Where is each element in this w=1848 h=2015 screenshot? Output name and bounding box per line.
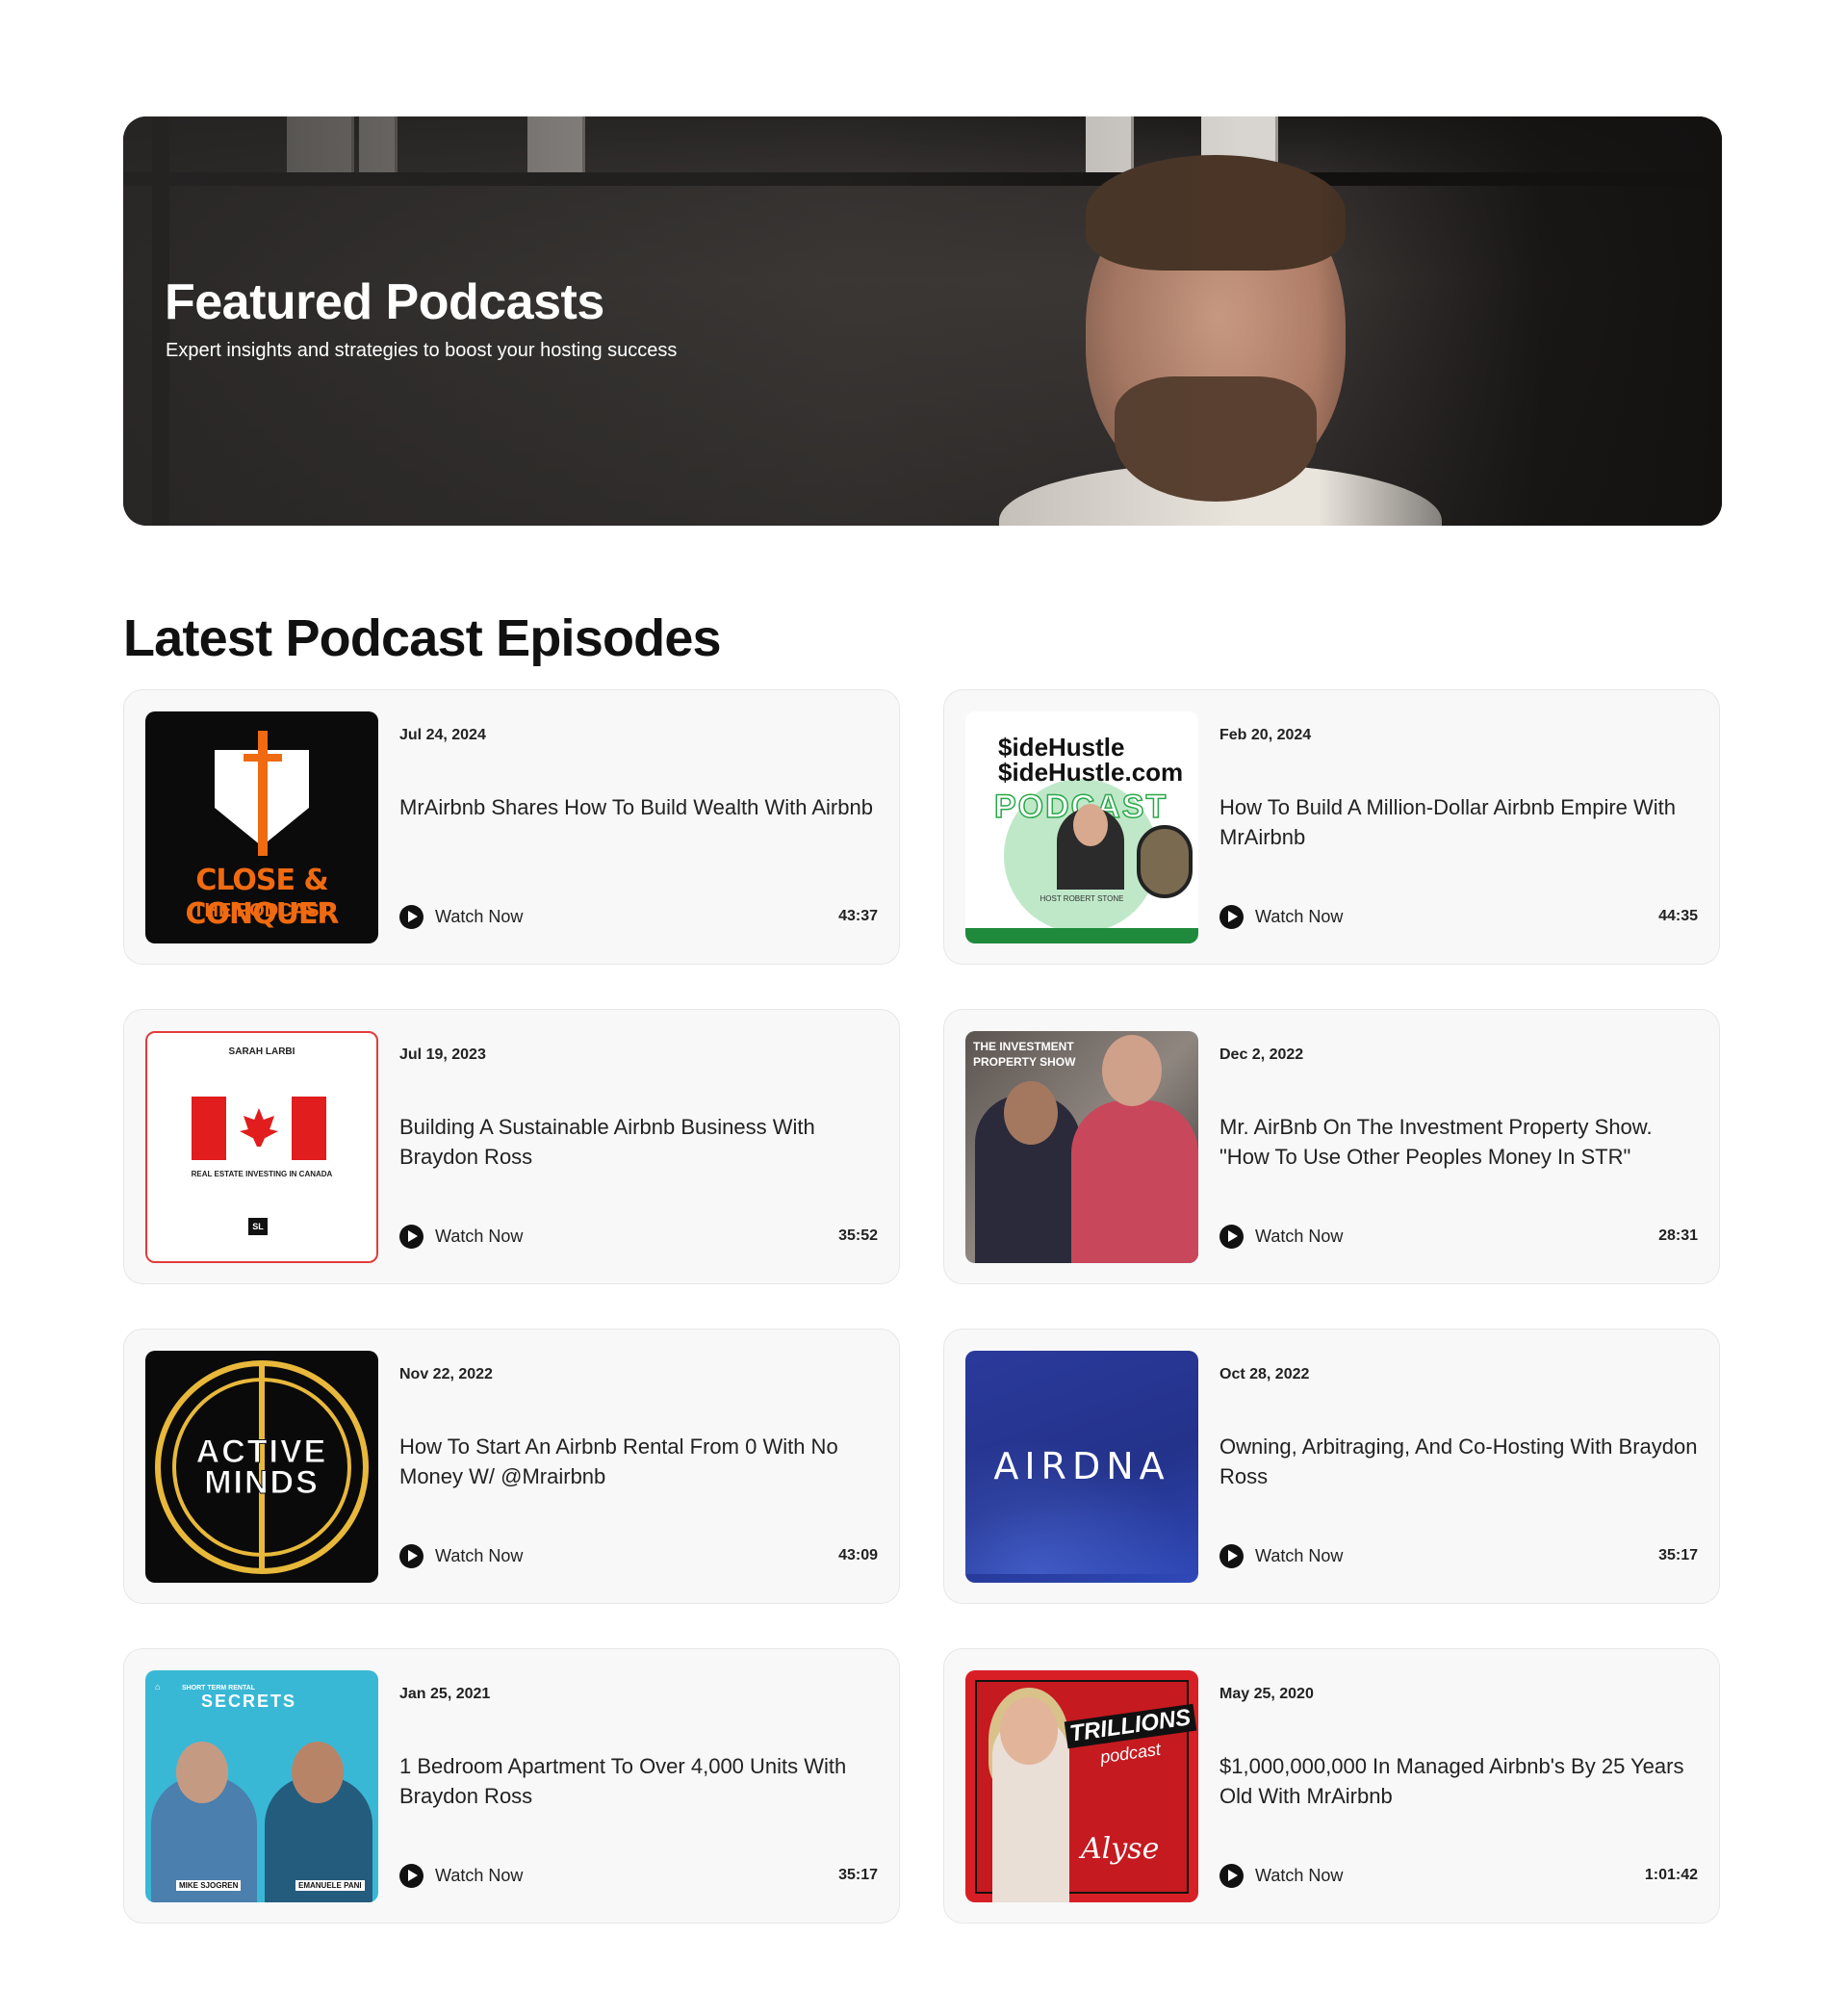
- episode-title[interactable]: How To Build A Million-Dollar Airbnb Emp…: [1219, 792, 1701, 852]
- thumbnail-text: MINDS: [204, 1464, 320, 1502]
- thumbnail-text: SARAH LARBI: [228, 1046, 295, 1057]
- episode-title[interactable]: Owning, Arbitraging, And Co-Hosting With…: [1219, 1432, 1701, 1491]
- thumbnail-badge: SL: [248, 1218, 268, 1235]
- episode-duration: 43:09: [838, 1547, 878, 1563]
- watch-now-label: Watch Now: [435, 907, 524, 926]
- watch-now-label: Watch Now: [1255, 1546, 1344, 1565]
- thumbnail-text: ⌂ SHORT TERM RENTAL: [155, 1682, 256, 1692]
- thumbnail-text: REAL ESTATE INVESTING IN CANADA: [191, 1170, 333, 1178]
- play-icon: [1219, 1864, 1244, 1888]
- episode-card[interactable]: TRILLIONS podcast Alyse May 25, 2020 $1,…: [943, 1648, 1720, 1924]
- thumbnail-text: MIKE SJOGREN: [176, 1880, 242, 1891]
- watch-now-button[interactable]: Watch Now: [1219, 1225, 1343, 1249]
- thumbnail-text: THE INVESTMENT PROPERTY SHOW: [973, 1040, 1076, 1069]
- episode-card[interactable]: AIRDNA Oct 28, 2022 Owning, Arbitraging,…: [943, 1329, 1720, 1604]
- sword-icon: [258, 731, 268, 856]
- episode-thumbnail[interactable]: ACTIVE MINDS: [145, 1351, 378, 1583]
- play-icon: [1219, 905, 1244, 929]
- episode-duration: 35:17: [838, 1867, 878, 1883]
- episode-date: Nov 22, 2022: [399, 1366, 493, 1382]
- episode-title[interactable]: $1,000,000,000 In Managed Airbnb's By 25…: [1219, 1751, 1701, 1811]
- watch-now-label: Watch Now: [1255, 907, 1344, 926]
- watch-now-button[interactable]: Watch Now: [399, 1864, 523, 1888]
- microphone-icon: [1137, 825, 1193, 898]
- watch-now-button[interactable]: Watch Now: [1219, 1864, 1343, 1888]
- thumbnail-logo: SECRETS: [201, 1692, 297, 1711]
- episode-date: Dec 2, 2022: [1219, 1046, 1304, 1063]
- watch-now-button[interactable]: Watch Now: [1219, 1544, 1343, 1568]
- episode-duration: 43:37: [838, 908, 878, 924]
- episode-title[interactable]: 1 Bedroom Apartment To Over 4,000 Units …: [399, 1751, 881, 1811]
- episode-thumbnail[interactable]: CLOSE & CONQUER THE PODCAST: [145, 711, 378, 943]
- episode-duration: 35:52: [838, 1227, 878, 1244]
- episode-thumbnail[interactable]: AIRDNA: [965, 1351, 1198, 1583]
- watch-now-label: Watch Now: [435, 1866, 524, 1885]
- play-icon: [1219, 1225, 1244, 1249]
- watch-now-label: Watch Now: [1255, 1227, 1344, 1246]
- watch-now-label: Watch Now: [435, 1227, 524, 1246]
- episode-duration: 1:01:42: [1644, 1867, 1698, 1883]
- watch-now-button[interactable]: Watch Now: [399, 1544, 523, 1568]
- thumbnail-text: EMANUELE PANI: [295, 1880, 365, 1891]
- episode-thumbnail[interactable]: ⌂ SHORT TERM RENTAL SECRETS MIKE SJOGREN…: [145, 1670, 378, 1902]
- watch-now-button[interactable]: Watch Now: [399, 905, 523, 929]
- episode-thumbnail[interactable]: SARAH LARBI REAL ESTATE INVESTING IN CAN…: [145, 1031, 378, 1263]
- episode-date: Jan 25, 2021: [399, 1686, 491, 1702]
- episode-date: Feb 20, 2024: [1219, 727, 1312, 743]
- thumbnail-logo: AIRDNA: [993, 1445, 1170, 1487]
- play-icon: [399, 905, 424, 929]
- watch-now-label: Watch Now: [1255, 1866, 1344, 1885]
- episode-thumbnail[interactable]: TRILLIONS podcast Alyse: [965, 1670, 1198, 1902]
- play-icon: [1219, 1544, 1244, 1568]
- play-icon: [399, 1225, 424, 1249]
- episode-card[interactable]: SARAH LARBI REAL ESTATE INVESTING IN CAN…: [123, 1009, 900, 1284]
- featured-hero-banner: Featured Podcasts Expert insights and st…: [123, 116, 1722, 526]
- play-icon: [399, 1864, 424, 1888]
- episode-card[interactable]: CLOSE & CONQUER THE PODCAST Jul 24, 2024…: [123, 689, 900, 965]
- hero-title: Featured Podcasts: [165, 274, 604, 330]
- episode-card[interactable]: ⌂ SHORT TERM RENTAL SECRETS MIKE SJOGREN…: [123, 1648, 900, 1924]
- house-icon: ⌂: [155, 1682, 161, 1692]
- watch-now-button[interactable]: Watch Now: [399, 1225, 523, 1249]
- episode-title[interactable]: How To Start An Airbnb Rental From 0 Wit…: [399, 1432, 881, 1491]
- thumbnail-text: THE PODCAST: [192, 900, 331, 921]
- episode-duration: 44:35: [1658, 908, 1698, 924]
- episode-card[interactable]: $ideHustle $ideHustle.com PODCAST HOST R…: [943, 689, 1720, 965]
- hero-subtitle: Expert insights and strategies to boost …: [166, 340, 678, 361]
- play-icon: [399, 1544, 424, 1568]
- episode-card[interactable]: THE INVESTMENT PROPERTY SHOW Dec 2, 2022…: [943, 1009, 1720, 1284]
- episode-title[interactable]: Mr. AirBnb On The Investment Property Sh…: [1219, 1112, 1701, 1172]
- episode-duration: 35:17: [1658, 1547, 1698, 1563]
- episode-thumbnail[interactable]: THE INVESTMENT PROPERTY SHOW: [965, 1031, 1198, 1263]
- episode-date: May 25, 2020: [1219, 1686, 1314, 1702]
- signature: Alyse: [1081, 1832, 1160, 1866]
- canada-flag-icon: [192, 1097, 326, 1160]
- episode-card[interactable]: ACTIVE MINDS Nov 22, 2022 How To Start A…: [123, 1329, 900, 1604]
- watch-now-label: Watch Now: [435, 1546, 524, 1565]
- episode-date: Jul 19, 2023: [399, 1046, 486, 1063]
- episode-title[interactable]: Building A Sustainable Airbnb Business W…: [399, 1112, 881, 1172]
- watch-now-button[interactable]: Watch Now: [1219, 905, 1343, 929]
- episode-date: Jul 24, 2024: [399, 727, 486, 743]
- section-title: Latest Podcast Episodes: [123, 609, 722, 667]
- episode-title[interactable]: MrAirbnb Shares How To Build Wealth With…: [399, 792, 881, 822]
- episode-date: Oct 28, 2022: [1219, 1366, 1310, 1382]
- episode-duration: 28:31: [1658, 1227, 1698, 1244]
- episode-thumbnail[interactable]: $ideHustle $ideHustle.com PODCAST HOST R…: [965, 711, 1198, 943]
- thumbnail-text: HOST ROBERT STONE: [1040, 894, 1124, 903]
- thumbnail-text: $ideHustle.com: [998, 758, 1184, 787]
